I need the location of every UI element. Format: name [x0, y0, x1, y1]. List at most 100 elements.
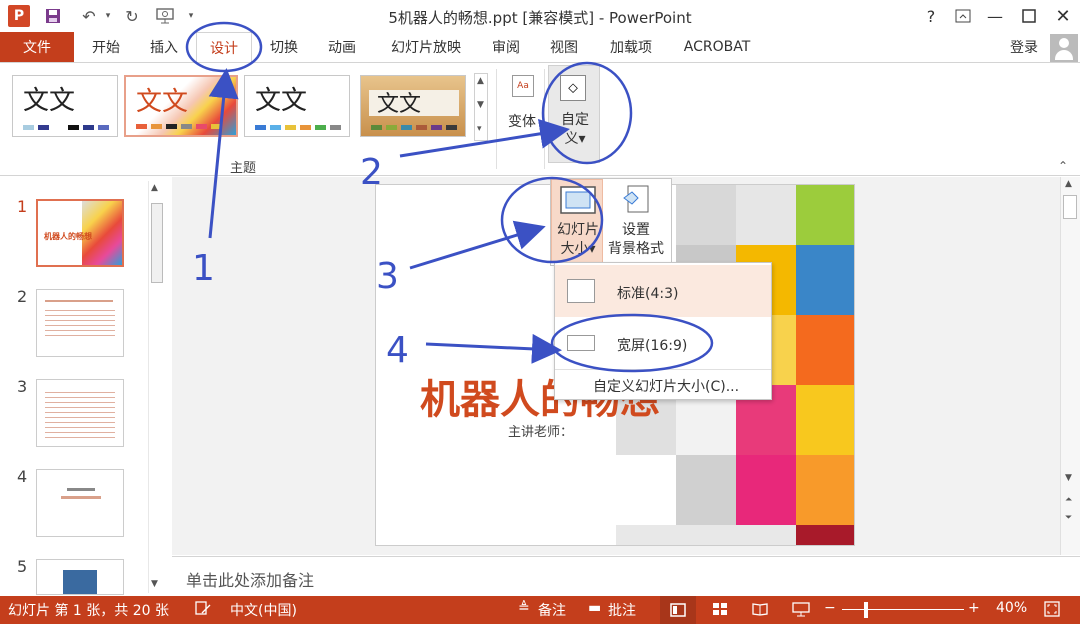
status-bar: 幻灯片 第 1 张，共 20 张 中文(中国) ≜ 备注 ▬ 批注 − + 40… [0, 596, 1080, 624]
gallery-more-icon[interactable]: ▾ [477, 124, 482, 134]
notes-toggle-icon[interactable]: ≜ [518, 600, 530, 616]
slide-scrollbar[interactable]: ▲ ▼ ⏶ ⏷ [1060, 177, 1080, 555]
thumb-number: 3 [17, 377, 28, 396]
theme-wood[interactable]: 文文 [360, 75, 466, 137]
variants-button[interactable]: 变体 [508, 111, 536, 131]
sign-in-link[interactable]: 登录 [1010, 32, 1038, 62]
scroll-up-icon[interactable]: ▲ [151, 183, 158, 193]
thumb-title: 机器人的畅想 [44, 232, 92, 241]
customize-icon: ⬦ [560, 75, 586, 101]
minimize-icon[interactable]: — [980, 4, 1010, 28]
annotation-step-4: 4 [386, 330, 409, 371]
scroll-up-icon[interactable]: ▲ [477, 76, 484, 86]
standard-ratio-icon [567, 279, 595, 303]
thumb-number: 4 [17, 467, 28, 486]
slide-size-icon [560, 186, 596, 214]
tab-transitions[interactable]: 切换 [260, 32, 308, 62]
theme-sample-text: 文文 [255, 86, 308, 116]
comments-button[interactable]: 批注 [608, 600, 636, 620]
ribbon-divider [544, 69, 545, 169]
comments-icon[interactable]: ▬ [588, 600, 601, 616]
theme-blue[interactable]: 文文 [244, 75, 350, 137]
zoom-slider-thumb[interactable] [863, 602, 868, 618]
notes-placeholder[interactable]: 单击此处添加备注 [186, 567, 314, 591]
theme-gallery-scroll[interactable]: ▲ ▼ ▾ [474, 73, 488, 141]
slide-thumbnail-3[interactable] [36, 379, 124, 447]
thumb-number: 2 [17, 287, 28, 306]
next-slide-icon[interactable]: ⏷ [1065, 513, 1072, 523]
slide-size-label-line1: 幻灯片 [557, 222, 599, 238]
zoom-in-icon[interactable]: + [968, 600, 980, 616]
theme-sample-text: 文文 [23, 86, 76, 116]
normal-view-icon[interactable] [660, 596, 696, 624]
slide-sorter-icon[interactable] [712, 602, 728, 620]
slide-thumbnail-5[interactable] [36, 559, 124, 595]
tab-file[interactable]: 文件 [0, 32, 74, 62]
reading-view-icon[interactable] [752, 602, 768, 620]
menu-label-standard: 标准(4:3) [617, 286, 679, 302]
slide-thumbnail-2[interactable] [36, 289, 124, 357]
scrollbar-thumb[interactable] [151, 203, 163, 283]
ribbon-divider [496, 69, 497, 169]
collapse-ribbon-icon[interactable]: ⌃ [1058, 159, 1068, 173]
format-background-button[interactable]: 设置 背景格式 [604, 221, 668, 259]
notes-toggle-button[interactable]: 备注 [538, 600, 566, 620]
ribbon-tab-bar: 文件 开始 插入 设计 切换 动画 幻灯片放映 审阅 视图 加载项 ACROBA… [0, 32, 1080, 62]
user-avatar[interactable] [1050, 34, 1078, 62]
tab-view[interactable]: 视图 [540, 32, 588, 62]
annotation-step-1: 1 [192, 248, 215, 289]
format-background-label-line2: 背景格式 [608, 241, 664, 257]
scroll-up-icon[interactable]: ▲ [1065, 179, 1072, 189]
slide-counter[interactable]: 幻灯片 第 1 张，共 20 张 [8, 600, 169, 620]
scroll-down-icon[interactable]: ▼ [151, 579, 158, 589]
theme-selected[interactable]: 文文 [124, 75, 238, 137]
tab-review[interactable]: 审阅 [482, 32, 530, 62]
zoom-level[interactable]: 40% [996, 600, 1027, 616]
theme-office[interactable]: 文文 [12, 75, 118, 137]
menu-label-custom-size: 自定义幻灯片大小(C)... [593, 379, 740, 395]
scrollbar-thumb[interactable] [1063, 195, 1077, 219]
format-background-icon[interactable] [620, 184, 652, 216]
format-background-label-line1: 设置 [622, 222, 650, 238]
title-bar: P ↶ ▾ ↻ ▾ 5机器人的畅想.ppt [兼容模式] - PowerPoin… [0, 0, 1080, 32]
slide-thumbnail-4[interactable] [36, 469, 124, 537]
notes-pane[interactable]: 单击此处添加备注 [172, 556, 1080, 596]
ribbon-design: 文文 文文 文文 文文 ▲ ▼ ▾ 主题 Aa 变体 ⬦ 自定 义▾ ⌃ [0, 62, 1080, 176]
variant-icon[interactable]: Aa [512, 75, 534, 97]
fit-to-window-icon[interactable] [1044, 601, 1060, 621]
widescreen-ratio-icon [567, 335, 595, 351]
scroll-down-icon[interactable]: ▼ [1065, 473, 1072, 483]
thumb-number: 1 [17, 197, 28, 216]
scroll-down-icon[interactable]: ▼ [477, 100, 484, 110]
menu-item-custom-size[interactable]: 自定义幻灯片大小(C)... [555, 369, 771, 399]
slideshow-view-icon[interactable] [792, 602, 810, 622]
menu-item-widescreen[interactable]: 宽屏(16:9) [555, 317, 771, 369]
zoom-out-icon[interactable]: − [824, 600, 836, 616]
thumbnails-scrollbar[interactable]: ▲ ▼ [148, 181, 164, 593]
language-indicator[interactable]: 中文(中国) [230, 600, 297, 620]
tab-addins[interactable]: 加载项 [600, 32, 662, 62]
tab-design[interactable]: 设计 [196, 32, 252, 62]
tab-insert[interactable]: 插入 [140, 32, 188, 62]
group-label-themes: 主题 [230, 161, 257, 176]
menu-label-widescreen: 宽屏(16:9) [617, 338, 688, 354]
zoom-slider[interactable] [842, 609, 964, 610]
help-button[interactable]: ? [916, 4, 946, 28]
slide-thumbnail-1[interactable]: 机器人的畅想 [36, 199, 124, 267]
slide-size-menu: 标准(4:3) 宽屏(16:9) 自定义幻灯片大小(C)... [554, 262, 772, 400]
customize-label-line1: 自定 [561, 112, 589, 128]
ribbon-display-options-icon[interactable] [948, 4, 978, 28]
menu-item-standard[interactable]: 标准(4:3) [555, 265, 771, 317]
slide-subtitle[interactable]: 主讲老师： [508, 421, 573, 440]
spell-check-icon[interactable] [194, 599, 212, 621]
close-icon[interactable]: ✕ [1048, 4, 1078, 28]
previous-slide-icon[interactable]: ⏶ [1065, 495, 1072, 505]
theme-sample-text: 文文 [136, 87, 189, 117]
tab-home[interactable]: 开始 [82, 32, 130, 62]
powerpoint-window: P ↶ ▾ ↻ ▾ 5机器人的畅想.ppt [兼容模式] - PowerPoin… [0, 0, 1080, 624]
maximize-icon[interactable] [1014, 4, 1044, 28]
tab-slide-show[interactable]: 幻灯片放映 [378, 32, 474, 62]
tab-animations[interactable]: 动画 [318, 32, 366, 62]
slide-size-label: 幻灯片 大小▾ [553, 221, 603, 259]
tab-acrobat[interactable]: ACROBAT [672, 32, 762, 62]
